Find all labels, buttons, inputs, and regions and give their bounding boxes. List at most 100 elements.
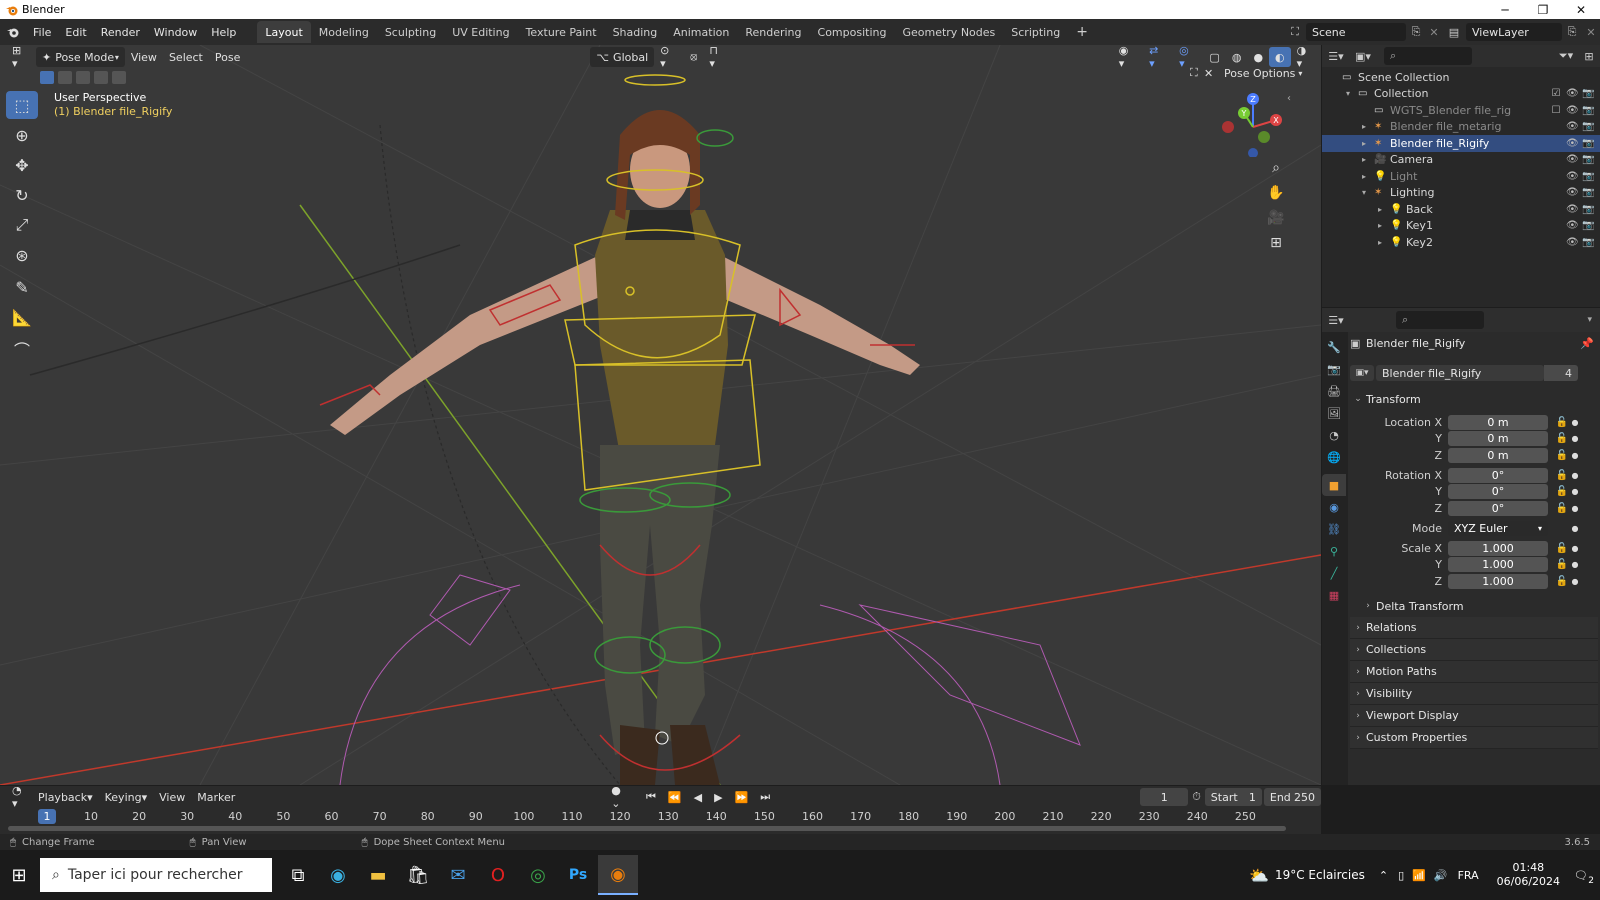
eye-icon[interactable]: 👁 bbox=[1566, 121, 1579, 132]
keyframe-dot-icon[interactable]: ● bbox=[1570, 418, 1580, 427]
panel-motion-paths[interactable]: › Motion Paths bbox=[1350, 661, 1598, 683]
checkbox-icon[interactable] bbox=[1550, 220, 1562, 231]
eye-icon[interactable]: 👁 bbox=[1566, 154, 1579, 165]
remove-view-layer-icon[interactable]: ✕ bbox=[1582, 26, 1600, 39]
weather-icon[interactable]: ⛅ bbox=[1249, 866, 1269, 885]
lock-icon[interactable]: 🔓 bbox=[1554, 503, 1570, 514]
object-tab-icon[interactable]: ■ bbox=[1322, 474, 1346, 496]
language-indicator[interactable]: FRA bbox=[1458, 869, 1479, 882]
keyframe-dot-icon[interactable]: ● bbox=[1570, 524, 1580, 533]
eye-icon[interactable]: 👁 bbox=[1566, 171, 1579, 182]
cursor-tool-icon[interactable]: ⊕ bbox=[6, 121, 38, 149]
timeline-scrollbar[interactable] bbox=[8, 826, 1286, 831]
transform-tool-icon[interactable]: ⊛ bbox=[6, 241, 38, 269]
lock-icon[interactable]: 🔓 bbox=[1554, 433, 1570, 444]
maximize-button[interactable]: ❐ bbox=[1524, 0, 1562, 19]
tab-animation[interactable]: Animation bbox=[665, 21, 737, 43]
photoshop-icon[interactable]: Ps bbox=[558, 855, 598, 895]
playback-menu[interactable]: Playback ▾ bbox=[32, 787, 99, 807]
tab-sculpting[interactable]: Sculpting bbox=[377, 21, 444, 43]
output-tab-icon[interactable]: 🖨 bbox=[1322, 380, 1346, 402]
eye-icon[interactable]: 👁 bbox=[1566, 237, 1579, 248]
new-view-layer-icon[interactable]: ⎘ bbox=[1562, 25, 1582, 39]
select-mode-set-icon[interactable] bbox=[40, 70, 54, 84]
outliner-row[interactable]: ▸ 💡 Key1 👁 📷 bbox=[1322, 218, 1600, 235]
rotate-tool-icon[interactable]: ↻ bbox=[6, 181, 38, 209]
chevron-up-icon[interactable]: ⌃ bbox=[1379, 869, 1388, 882]
eye-icon[interactable]: 👁 bbox=[1566, 220, 1579, 231]
editor-type-icon[interactable]: ⊞ ▾ bbox=[6, 45, 36, 70]
timeline-view-menu[interactable]: View bbox=[153, 787, 191, 807]
pivot-icon[interactable]: ⊙ ▾ bbox=[654, 45, 684, 70]
rotation-z-field[interactable]: 0° bbox=[1448, 500, 1548, 516]
chevron-right-icon[interactable]: ▸ bbox=[1362, 155, 1374, 164]
lock-icon[interactable]: 🔓 bbox=[1554, 417, 1570, 428]
camera-render-icon[interactable]: 📷 bbox=[1582, 154, 1594, 165]
view-layer-tab-icon[interactable]: 🖼 bbox=[1322, 402, 1346, 424]
keyframe-dot-icon[interactable]: ● bbox=[1570, 504, 1580, 513]
scale-tool-icon[interactable]: ⤢ bbox=[6, 211, 38, 239]
tab-texture-paint[interactable]: Texture Paint bbox=[518, 21, 605, 43]
clock-icon[interactable]: ⏱ bbox=[1188, 790, 1205, 804]
chevron-down-icon[interactable]: ▾ bbox=[1362, 188, 1374, 197]
camera-render-icon[interactable]: 📷 bbox=[1582, 138, 1594, 149]
rotation-mode-dropdown[interactable]: XYZ Euler ▾ bbox=[1448, 520, 1548, 536]
camera-render-icon[interactable]: 📷 bbox=[1582, 187, 1594, 198]
tab-compositing[interactable]: Compositing bbox=[810, 21, 895, 43]
menu-edit[interactable]: Edit bbox=[58, 21, 93, 43]
camera-render-icon[interactable]: 📷 bbox=[1582, 220, 1594, 231]
minimize-button[interactable]: ─ bbox=[1486, 0, 1524, 19]
menu-render[interactable]: Render bbox=[94, 21, 147, 43]
tray-device-icon[interactable]: ▯ bbox=[1398, 869, 1404, 882]
pan-hand-icon[interactable]: ✋ bbox=[1265, 182, 1287, 204]
keyframe-dot-icon[interactable]: ● bbox=[1570, 577, 1580, 586]
move-tool-icon[interactable]: ✥ bbox=[6, 151, 38, 179]
select-mode-extend-icon[interactable] bbox=[58, 70, 72, 84]
mail-icon[interactable]: ✉ bbox=[438, 855, 478, 895]
eye-icon[interactable]: 👁 bbox=[1566, 204, 1579, 215]
checkbox-icon[interactable]: ☑ bbox=[1550, 88, 1562, 99]
orientation-selector[interactable]: ⌥ Global bbox=[590, 47, 655, 67]
timeline-editor-type-icon[interactable]: ◔ ▾ bbox=[6, 784, 32, 810]
scale-y-field[interactable]: 1.000 bbox=[1448, 557, 1548, 572]
scene-field[interactable]: Scene bbox=[1306, 23, 1406, 41]
mirror-x-icon[interactable]: ✕ bbox=[1198, 63, 1219, 83]
users-count[interactable]: 4 bbox=[1544, 365, 1578, 381]
camera-render-icon[interactable]: 📷 bbox=[1582, 105, 1594, 116]
outliner-row[interactable]: ▸ 💡 Back 👁 📷 bbox=[1322, 201, 1600, 218]
world-tab-icon[interactable]: 🌐 bbox=[1322, 446, 1346, 468]
checkbox-icon[interactable] bbox=[1550, 121, 1562, 132]
outliner-row[interactable]: ▭ WGTS_Blender file_rig ☐ 👁 📷 bbox=[1322, 102, 1600, 119]
weather-text[interactable]: 19°C Eclaircies bbox=[1275, 868, 1365, 882]
keying-menu[interactable]: Keying ▾ bbox=[99, 787, 153, 807]
camera-render-icon[interactable]: 📷 bbox=[1582, 88, 1594, 99]
checkbox-icon[interactable]: ☐ bbox=[1550, 105, 1562, 116]
outliner-row[interactable]: ▾ ▭ Collection ☑ 👁 📷 bbox=[1322, 86, 1600, 103]
camera-render-icon[interactable]: 📷 bbox=[1582, 237, 1594, 248]
edge-icon[interactable]: ◉ bbox=[318, 855, 358, 895]
jump-keyframe-forward-icon[interactable]: ⏩ bbox=[729, 787, 755, 807]
chevron-right-icon[interactable]: ▸ bbox=[1362, 122, 1374, 131]
select-mode-intersect-icon[interactable] bbox=[112, 70, 126, 84]
outliner-row[interactable]: ▸ ✶ Blender file_Rigify 👁 📷 bbox=[1322, 135, 1600, 152]
task-view-icon[interactable]: ⧉ bbox=[278, 855, 318, 895]
checkbox-icon[interactable] bbox=[1550, 187, 1562, 198]
chevron-right-icon[interactable]: ▸ bbox=[1378, 205, 1390, 214]
datablock-name-field[interactable]: Blender file_Rigify bbox=[1376, 365, 1544, 381]
chrome-icon[interactable]: ◎ bbox=[518, 855, 558, 895]
keyframe-dot-icon[interactable]: ● bbox=[1570, 544, 1580, 553]
checkbox-icon[interactable] bbox=[1550, 171, 1562, 182]
rotation-y-field[interactable]: 0° bbox=[1448, 484, 1548, 499]
outliner-editor-type-icon[interactable]: ☰▾ bbox=[1322, 50, 1350, 63]
microsoft-store-icon[interactable]: 🛍 bbox=[398, 855, 438, 895]
checkbox-icon[interactable] bbox=[1550, 204, 1562, 215]
camera-view-icon[interactable]: 🎥 bbox=[1265, 207, 1287, 229]
camera-render-icon[interactable]: 📷 bbox=[1582, 121, 1594, 132]
bone-tab-icon[interactable]: ╱ bbox=[1322, 562, 1346, 584]
view-layer-icon[interactable]: ▤ bbox=[1442, 26, 1466, 39]
transform-panel-header[interactable]: ⌄ Transform bbox=[1350, 388, 1598, 410]
tab-geometry-nodes[interactable]: Geometry Nodes bbox=[894, 21, 1003, 43]
jump-keyframe-back-icon[interactable]: ⏪ bbox=[662, 787, 688, 807]
chevron-right-icon[interactable]: ▸ bbox=[1362, 139, 1374, 148]
select-mode-invert-icon[interactable] bbox=[94, 70, 108, 84]
